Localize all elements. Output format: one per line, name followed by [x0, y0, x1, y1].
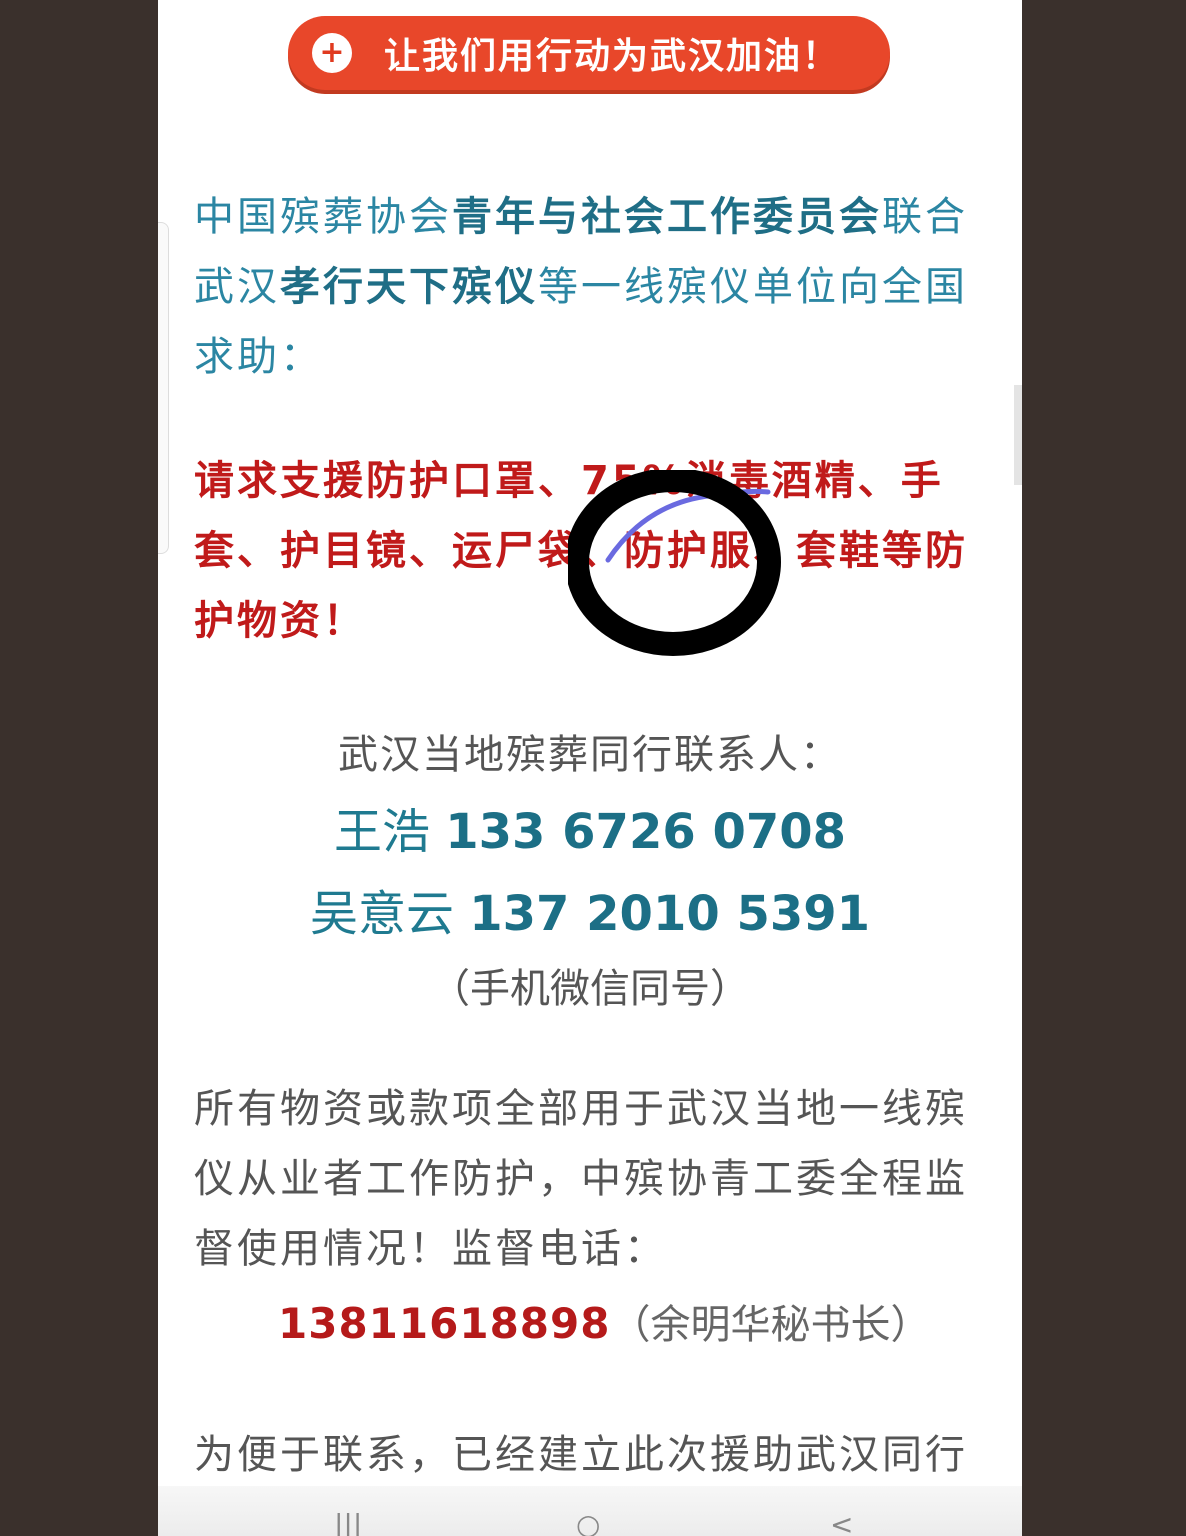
committee-name: 青年与社会工作委员会 — [452, 194, 882, 240]
recent-apps-icon[interactable]: ||| — [334, 1511, 362, 1536]
screen: + 让我们用行动为武汉加油！ 中国殡葬协会青年与社会工作委员会联合武汉孝行天下殡… — [158, 0, 1022, 1536]
contact-phone[interactable]: 137 2010 5391 — [469, 886, 870, 942]
supervision-hotline: 13811618898（余明华秘书长） — [278, 1292, 930, 1350]
contact-row: 吴意云 137 2010 5391 — [158, 874, 1022, 944]
red-cross-icon: + — [312, 33, 352, 73]
footer-paragraph: 为便于联系，已经建立此次援助武汉同行 — [194, 1432, 968, 1478]
intro-text-2: 联合 — [882, 194, 968, 240]
intro-text-3: 武汉 — [194, 264, 280, 310]
hotline-phone[interactable]: 13811618898 — [278, 1299, 610, 1348]
slogan-banner: + 让我们用行动为武汉加油！ — [288, 16, 890, 90]
contact-row: 王浩 133 6726 0708 — [158, 792, 1022, 862]
contact-phone[interactable]: 133 6726 0708 — [445, 804, 846, 860]
home-icon[interactable]: ○ — [576, 1511, 600, 1536]
banner-text: 让我们用行动为武汉加油！ — [384, 36, 841, 77]
supervision-paragraph: 所有物资或款项全部用于武汉当地一线殡仪从业者工作防护，中殡协青工委全程监督使用情… — [194, 1086, 968, 1272]
highlight-circle-annotation — [568, 470, 781, 656]
intro-paragraph: 中国殡葬协会青年与社会工作委员会联合武汉孝行天下殡仪等一线殡仪单位向全国求助： — [194, 182, 990, 392]
intro-text-1: 中国殡葬协会 — [194, 194, 452, 240]
system-navigation-bar: ||| ○ < — [158, 1486, 1022, 1536]
funeral-company-name: 孝行天下殡仪 — [280, 264, 538, 310]
contact-name: 吴意云 — [309, 886, 454, 942]
wechat-note: （手机微信同号） — [430, 966, 750, 1012]
hotline-person: （余明华秘书长） — [610, 1302, 931, 1348]
scrollbar[interactable] — [1014, 385, 1022, 485]
edge-panel-handle[interactable] — [158, 222, 169, 554]
contacts-title: 武汉当地殡葬同行联系人： — [338, 732, 842, 778]
contact-name: 王浩 — [333, 804, 430, 860]
back-icon[interactable]: < — [830, 1511, 853, 1536]
